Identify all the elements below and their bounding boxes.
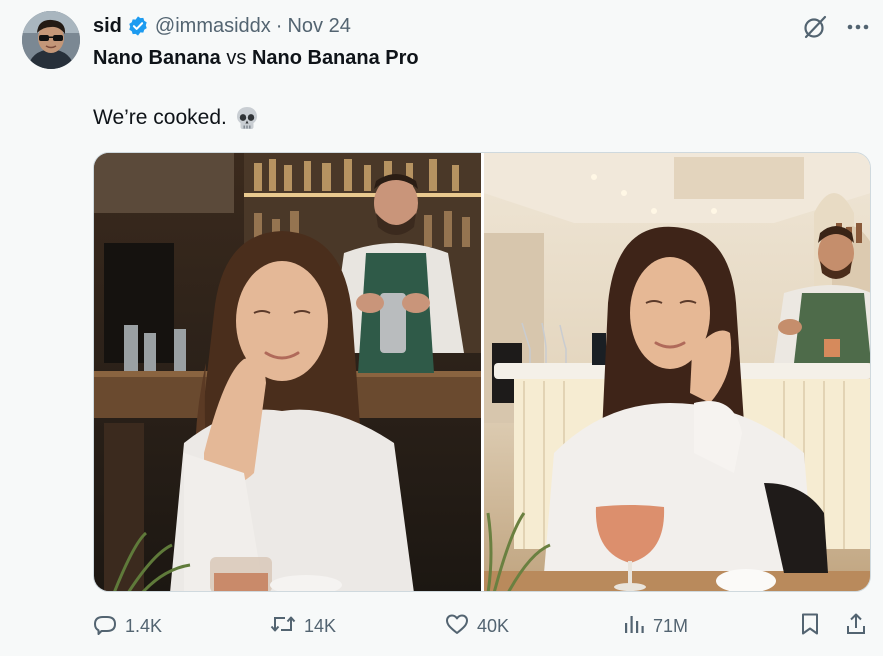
views-count: 71M xyxy=(653,615,689,636)
reply-button[interactable]: 1.4K xyxy=(93,608,162,644)
top-right-actions xyxy=(802,14,869,40)
repost-button[interactable]: 14K xyxy=(270,608,336,644)
post-text-content: We’re cooked. xyxy=(93,106,227,129)
share-icon xyxy=(845,612,867,641)
more-icon[interactable] xyxy=(847,24,869,30)
display-name[interactable]: sid xyxy=(93,15,122,38)
post-date[interactable]: Nov 24 xyxy=(287,15,350,38)
media-grid xyxy=(93,152,871,592)
bookmark-icon xyxy=(799,612,821,641)
title-vs: vs xyxy=(220,47,252,69)
repost-count: 14K xyxy=(304,615,337,636)
like-count: 40K xyxy=(477,615,510,636)
media-image-2[interactable] xyxy=(484,153,870,591)
avatar[interactable] xyxy=(22,11,80,69)
like-icon xyxy=(445,612,469,641)
skull-emoji-icon xyxy=(234,105,260,131)
bookmark-button[interactable] xyxy=(799,608,821,644)
title-part-2: Nano Banana Pro xyxy=(251,47,419,69)
separator-dot: · xyxy=(275,14,283,37)
views-icon xyxy=(623,613,645,640)
post-title: Nano Banana vs Nano Banana Pro xyxy=(93,47,419,70)
reply-count: 1.4K xyxy=(125,615,163,636)
handle[interactable]: @immasiddx xyxy=(155,15,271,38)
post-header: sid @immasiddx · Nov 24 xyxy=(93,12,351,40)
views-button[interactable]: 71M xyxy=(623,608,688,644)
title-part-1: Nano Banana xyxy=(93,47,221,69)
like-button[interactable]: 40K xyxy=(445,608,509,644)
repost-icon xyxy=(270,612,296,641)
reply-icon xyxy=(93,612,117,641)
grok-icon[interactable] xyxy=(802,14,828,40)
verified-badge-icon[interactable] xyxy=(127,15,149,37)
action-bar: 1.4K 14K 40K 71M xyxy=(93,608,871,644)
share-button[interactable] xyxy=(845,608,867,644)
media-image-1[interactable] xyxy=(94,153,481,591)
post-text: We’re cooked. xyxy=(93,105,260,131)
